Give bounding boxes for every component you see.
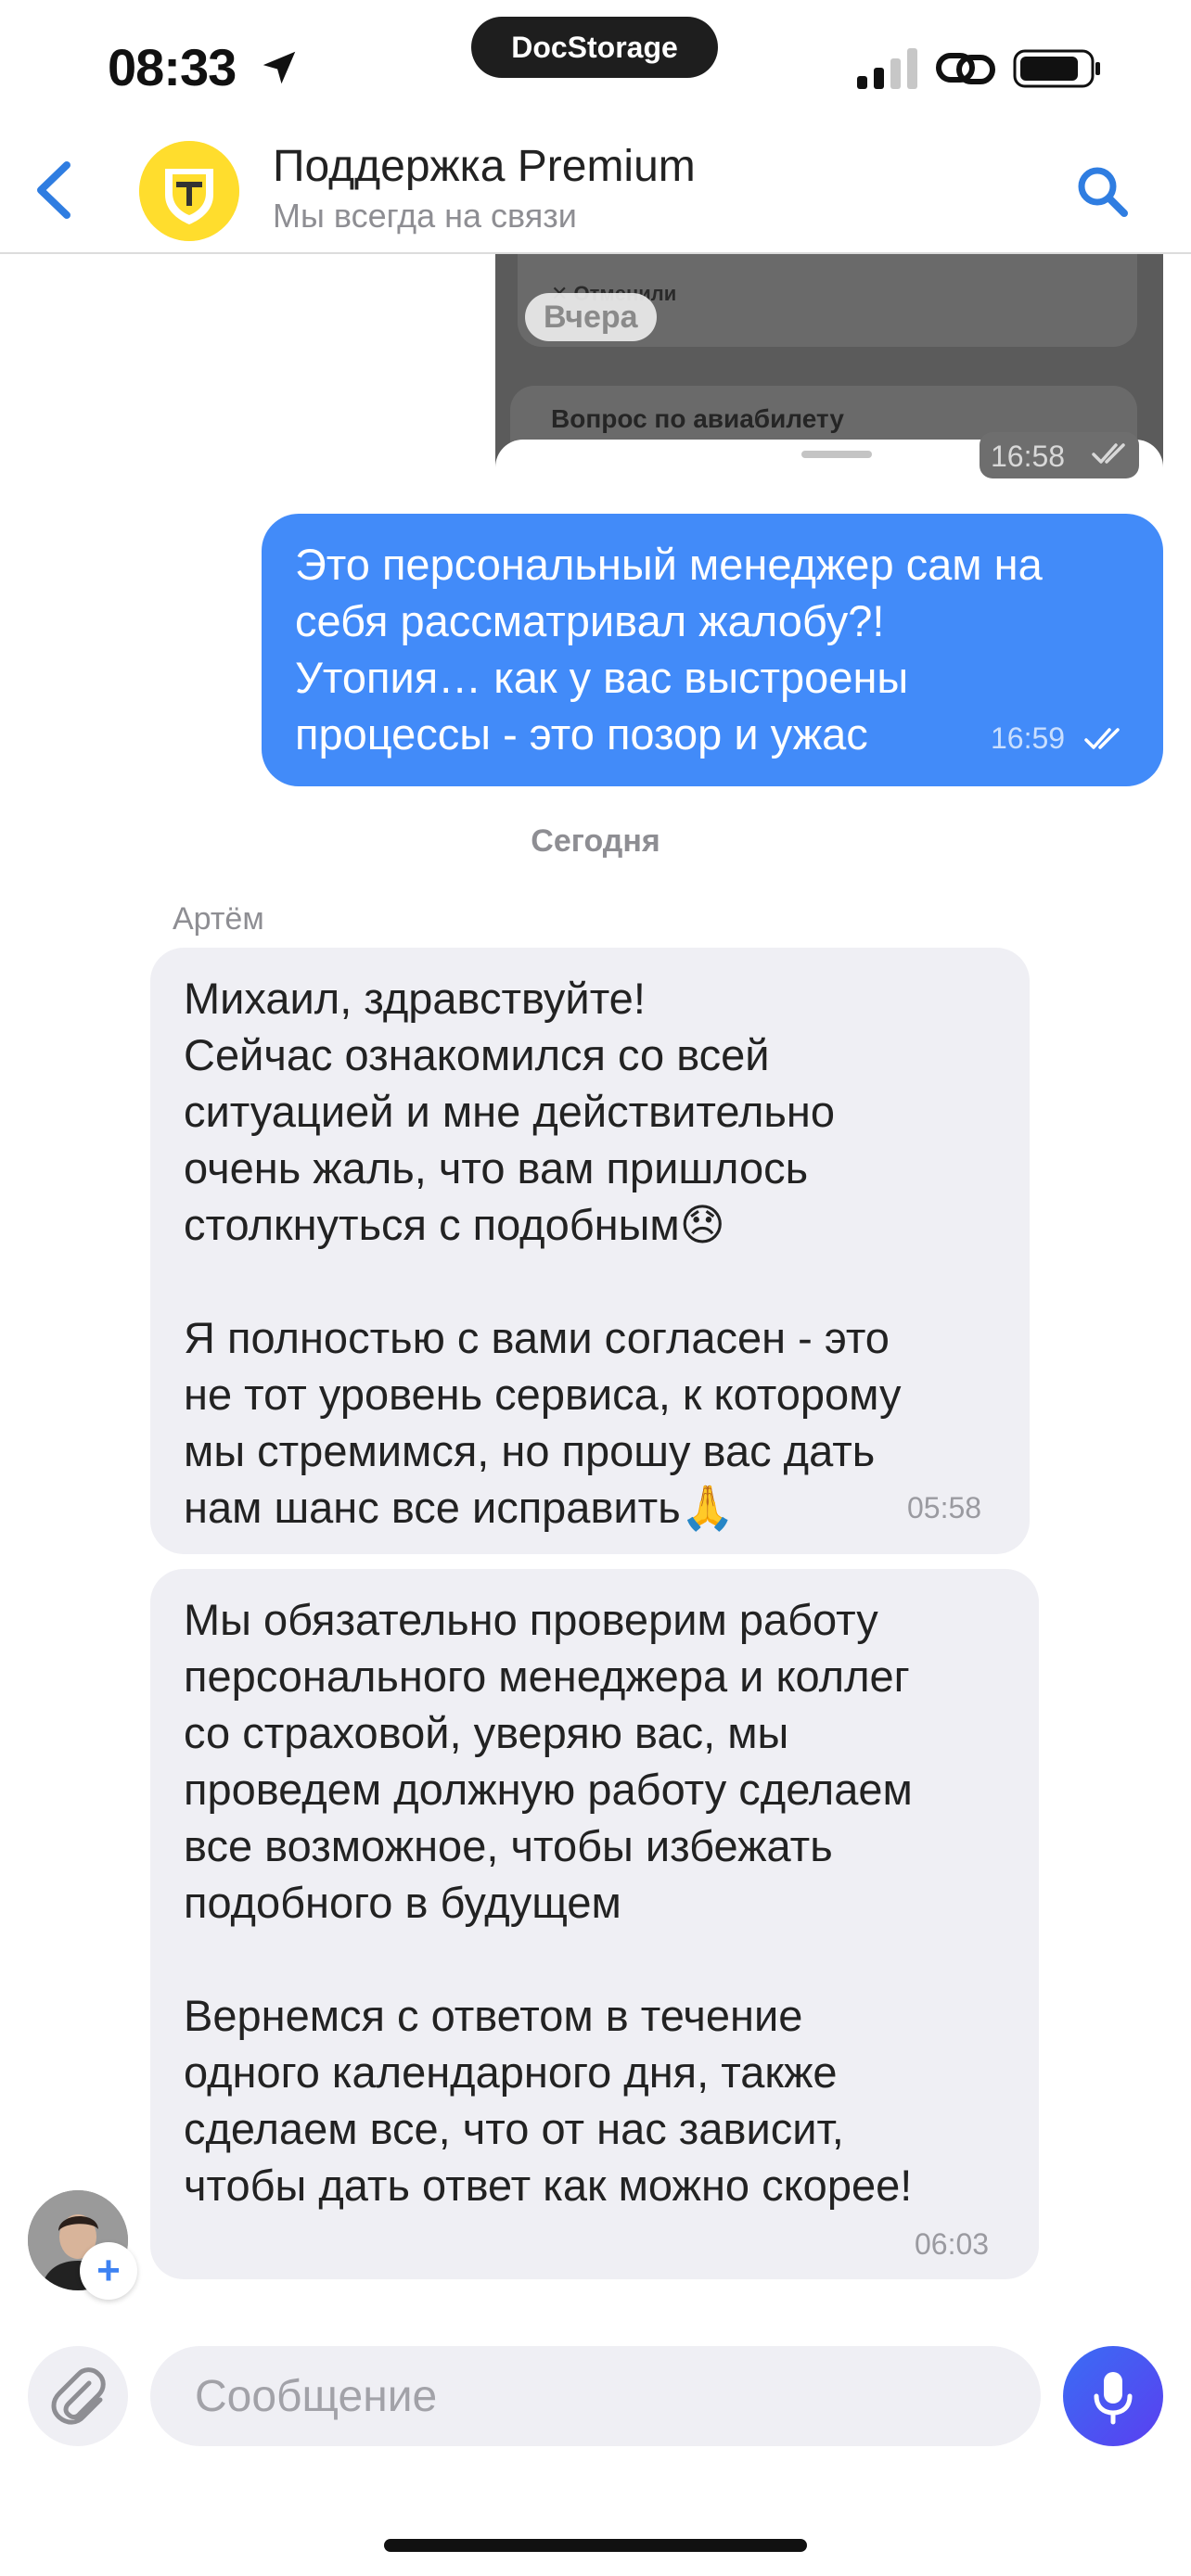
attach-button[interactable] <box>28 2346 128 2446</box>
double-check-icon <box>1092 443 1125 464</box>
microphone-icon <box>1094 2372 1133 2425</box>
screenshot-card-text: Вопрос по авиабилету <box>551 404 844 433</box>
date-pill: Вчера <box>525 293 657 341</box>
day-separator: Сегодня <box>531 823 660 859</box>
home-indicator <box>384 2539 807 2552</box>
island-app-label: DocStorage <box>511 31 678 64</box>
message-timestamp: 06:03 <box>915 2227 990 2261</box>
bank-logo[interactable] <box>139 141 239 241</box>
incoming-message-text: Михаил, здравствуйте! Сейчас ознакомился… <box>184 974 902 1532</box>
message-timestamp: 05:58 <box>907 1491 982 1524</box>
back-chevron-icon[interactable] <box>26 158 82 223</box>
sender-name: Артём <box>173 901 264 937</box>
image-timestamp: 16:58 <box>991 440 1066 473</box>
search-icon[interactable] <box>1072 161 1132 221</box>
signal-icon <box>857 48 917 89</box>
message-timestamp: 16:59 <box>991 721 1066 755</box>
plus-icon: + <box>96 2248 121 2293</box>
incoming-message-text: Мы обязательно проверим работу персональ… <box>184 1595 913 2210</box>
battery-icon <box>1013 49 1100 88</box>
location-arrow-icon <box>263 51 296 84</box>
link-icon <box>936 53 995 84</box>
microphone-button[interactable] <box>1063 2346 1163 2446</box>
status-time: 08:33 <box>108 38 237 96</box>
message-input[interactable] <box>150 2346 1041 2446</box>
double-check-icon <box>1084 728 1120 749</box>
paperclip-icon <box>51 2367 106 2425</box>
chat-title: Поддержка Premium <box>273 142 696 191</box>
chat-subtitle: Мы всегда на связи <box>273 197 577 235</box>
sheet-handle <box>801 451 872 458</box>
